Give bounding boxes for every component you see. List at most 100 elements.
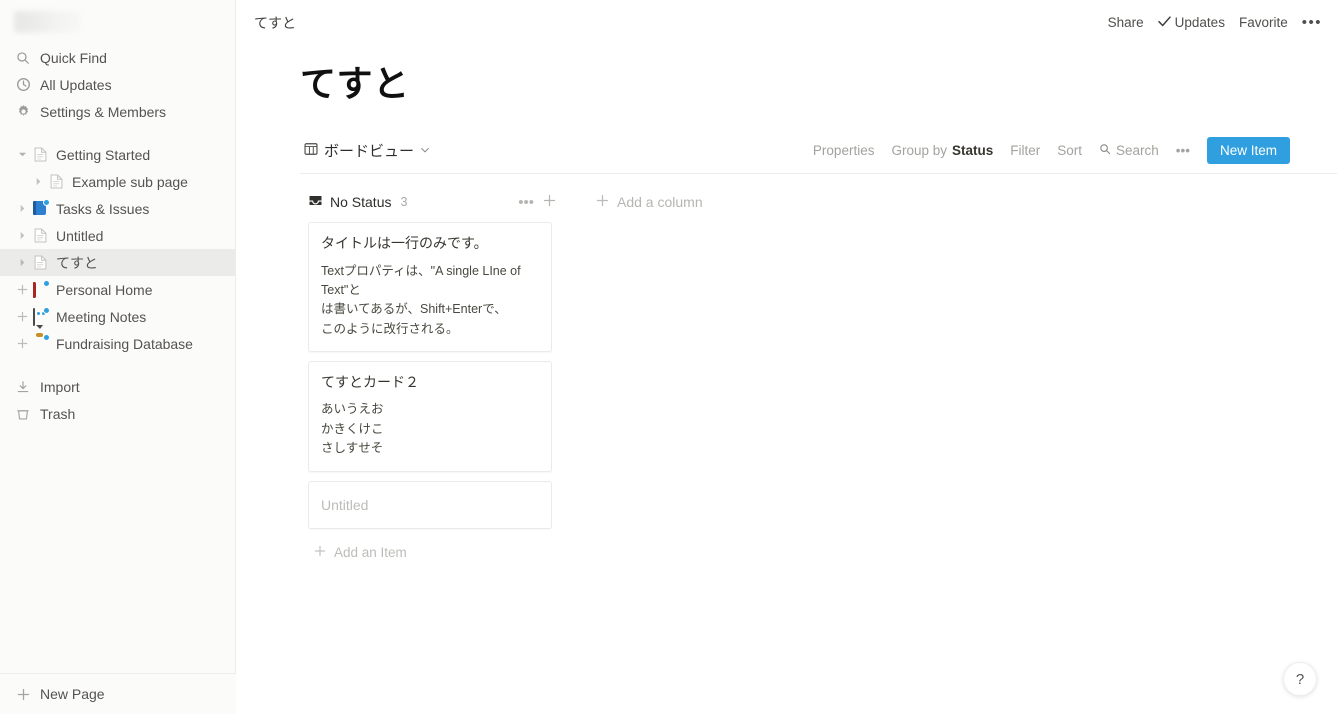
app-root: Quick Find All Updates Settings & Member… [0, 0, 1337, 714]
toolbar-actions: Properties Group by Status Filter Sort S… [813, 137, 1290, 165]
sidebar-item-label: Settings & Members [40, 103, 167, 120]
sidebar-page-label: てすと [56, 254, 98, 271]
money-bag-emoji-icon [32, 334, 50, 352]
import-icon [14, 378, 32, 396]
card-title: てすとカード２ [321, 374, 419, 391]
speech-bubble-emoji-icon [32, 307, 50, 326]
chevron-down-icon[interactable] [14, 147, 30, 163]
column-cards: タイトルは一行のみです。 Textプロパティは、"A single LIne o… [300, 216, 560, 562]
sidebar-page-tasks-issues[interactable]: Tasks & Issues [0, 195, 235, 222]
sidebar-item-quick-find[interactable]: Quick Find [0, 44, 235, 71]
sidebar-page-label: Untitled [56, 227, 104, 244]
add-an-item-button[interactable]: Add an Item [308, 538, 411, 560]
page-icon [32, 227, 49, 244]
plus-icon [596, 194, 609, 210]
page-icon [32, 254, 49, 271]
page-icon [48, 173, 65, 190]
toolbar-more-button[interactable]: ••• [1176, 143, 1190, 158]
trash-icon [14, 405, 32, 423]
card-body: あいうえお かきくけこ さしすせそ [321, 400, 539, 458]
sidebar-template-label: Personal Home [56, 281, 153, 298]
sidebar-item-label: All Updates [40, 76, 112, 93]
card-body-line: かきくけこ [321, 421, 384, 436]
help-button[interactable]: ? [1283, 662, 1317, 696]
sidebar-item-trash[interactable]: Trash [0, 400, 235, 427]
topbar-actions: Share Updates Favorite ••• [1108, 14, 1322, 31]
sidebar-page-getting-started[interactable]: Getting Started [0, 141, 235, 168]
share-button[interactable]: Share [1108, 15, 1144, 30]
add-a-column-wrapper: Add a column [560, 188, 703, 562]
page-body: てすと ボードビュー Properties Group by Status Fi… [236, 63, 1337, 562]
sidebar-item-import[interactable]: Import [0, 373, 235, 400]
card-body-line: あいうえお [321, 402, 384, 417]
chevron-right-icon[interactable] [30, 174, 46, 190]
card-title: タイトルは一行のみです。 [321, 235, 488, 252]
filter-button[interactable]: Filter [1010, 143, 1040, 158]
sidebar-item-all-updates[interactable]: All Updates [0, 71, 235, 98]
add-an-item-label: Add an Item [334, 544, 407, 560]
chevron-right-icon[interactable] [14, 201, 30, 217]
chevron-right-icon[interactable] [14, 255, 30, 271]
search-label: Search [1116, 143, 1159, 159]
sidebar-item-label: Import [40, 378, 80, 395]
column-count: 3 [400, 195, 408, 210]
sidebar-template-label: Fundraising Database [56, 335, 193, 352]
column-more-button[interactable]: ••• [518, 195, 534, 210]
search-button[interactable]: Search [1099, 143, 1159, 158]
page-title: てすと [300, 63, 410, 104]
topbar-more-button[interactable]: ••• [1302, 14, 1322, 31]
card-title: Untitled [321, 496, 369, 513]
new-page-button[interactable]: New Page [0, 674, 236, 714]
group-by-value: Status [951, 143, 994, 159]
column-title[interactable]: No Status [308, 193, 391, 211]
updates-label: Updates [1174, 15, 1225, 30]
sidebar-page-untitled[interactable]: Untitled [0, 222, 235, 249]
new-page-label: New Page [40, 686, 105, 702]
inbox-icon [308, 193, 323, 211]
workspace-header[interactable] [0, 0, 235, 44]
check-icon [1157, 15, 1171, 30]
sidebar-item-label: Quick Find [40, 49, 107, 66]
card-body-line: は書いてあるが、Shift+Enterで、 [321, 302, 507, 317]
board-card[interactable]: タイトルは一行のみです。 Textプロパティは、"A single LIne o… [308, 222, 552, 353]
chevron-right-icon[interactable] [14, 228, 30, 244]
plus-icon [14, 685, 32, 703]
sort-button[interactable]: Sort [1057, 143, 1082, 158]
clock-icon [14, 76, 32, 94]
sidebar-page-tesuto[interactable]: てすと [0, 249, 235, 276]
plus-icon[interactable] [14, 282, 30, 298]
favorite-button[interactable]: Favorite [1239, 15, 1288, 30]
sidebar-page-label: Example sub page [72, 173, 188, 190]
board-view-icon [304, 142, 318, 160]
breadcrumb[interactable]: てすと [254, 13, 296, 33]
column-name-label: No Status [330, 194, 392, 211]
sidebar-page-example-sub-page[interactable]: Example sub page [0, 168, 235, 195]
properties-button[interactable]: Properties [813, 143, 875, 158]
plus-icon[interactable] [14, 309, 30, 325]
database-toolbar: ボードビュー Properties Group by Status Filter… [300, 137, 1337, 175]
card-body-line: このように改行される。 [321, 321, 459, 336]
view-selector[interactable]: ボードビュー [300, 138, 434, 163]
board-card-untitled[interactable]: Untitled [308, 480, 552, 529]
topbar: てすと Share Updates Favorite ••• [236, 0, 1337, 45]
sidebar-footer: New Page [0, 673, 236, 714]
sidebar-item-settings-members[interactable]: Settings & Members [0, 98, 235, 125]
card-body: Textプロパティは、"A single LIne of Text"と は書いて… [321, 262, 539, 340]
board: No Status 3 ••• タイトルは一行のみです。 Textプロパティは、… [300, 188, 1337, 562]
gear-icon [14, 103, 32, 121]
add-a-column-button[interactable]: Add a column [560, 188, 703, 216]
plus-icon[interactable] [14, 336, 30, 352]
card-body-line: さしすせそ [321, 441, 384, 456]
sidebar-template-meeting-notes[interactable]: Meeting Notes [0, 303, 235, 330]
card-body-line: Textプロパティは、"A single LIne of Text"と [321, 263, 521, 298]
sidebar-page-label: Tasks & Issues [56, 200, 150, 217]
chevron-down-icon [420, 142, 430, 159]
sidebar-template-fundraising-database[interactable]: Fundraising Database [0, 330, 235, 357]
updates-button[interactable]: Updates [1157, 15, 1225, 30]
board-card[interactable]: てすとカード２ あいうえお かきくけこ さしすせそ [308, 361, 552, 472]
group-by-button[interactable]: Group by Status [891, 143, 993, 158]
search-icon [14, 49, 32, 67]
sidebar-template-personal-home[interactable]: Personal Home [0, 276, 235, 303]
new-item-button[interactable]: New Item [1206, 137, 1290, 165]
column-add-card-button[interactable] [543, 194, 556, 210]
